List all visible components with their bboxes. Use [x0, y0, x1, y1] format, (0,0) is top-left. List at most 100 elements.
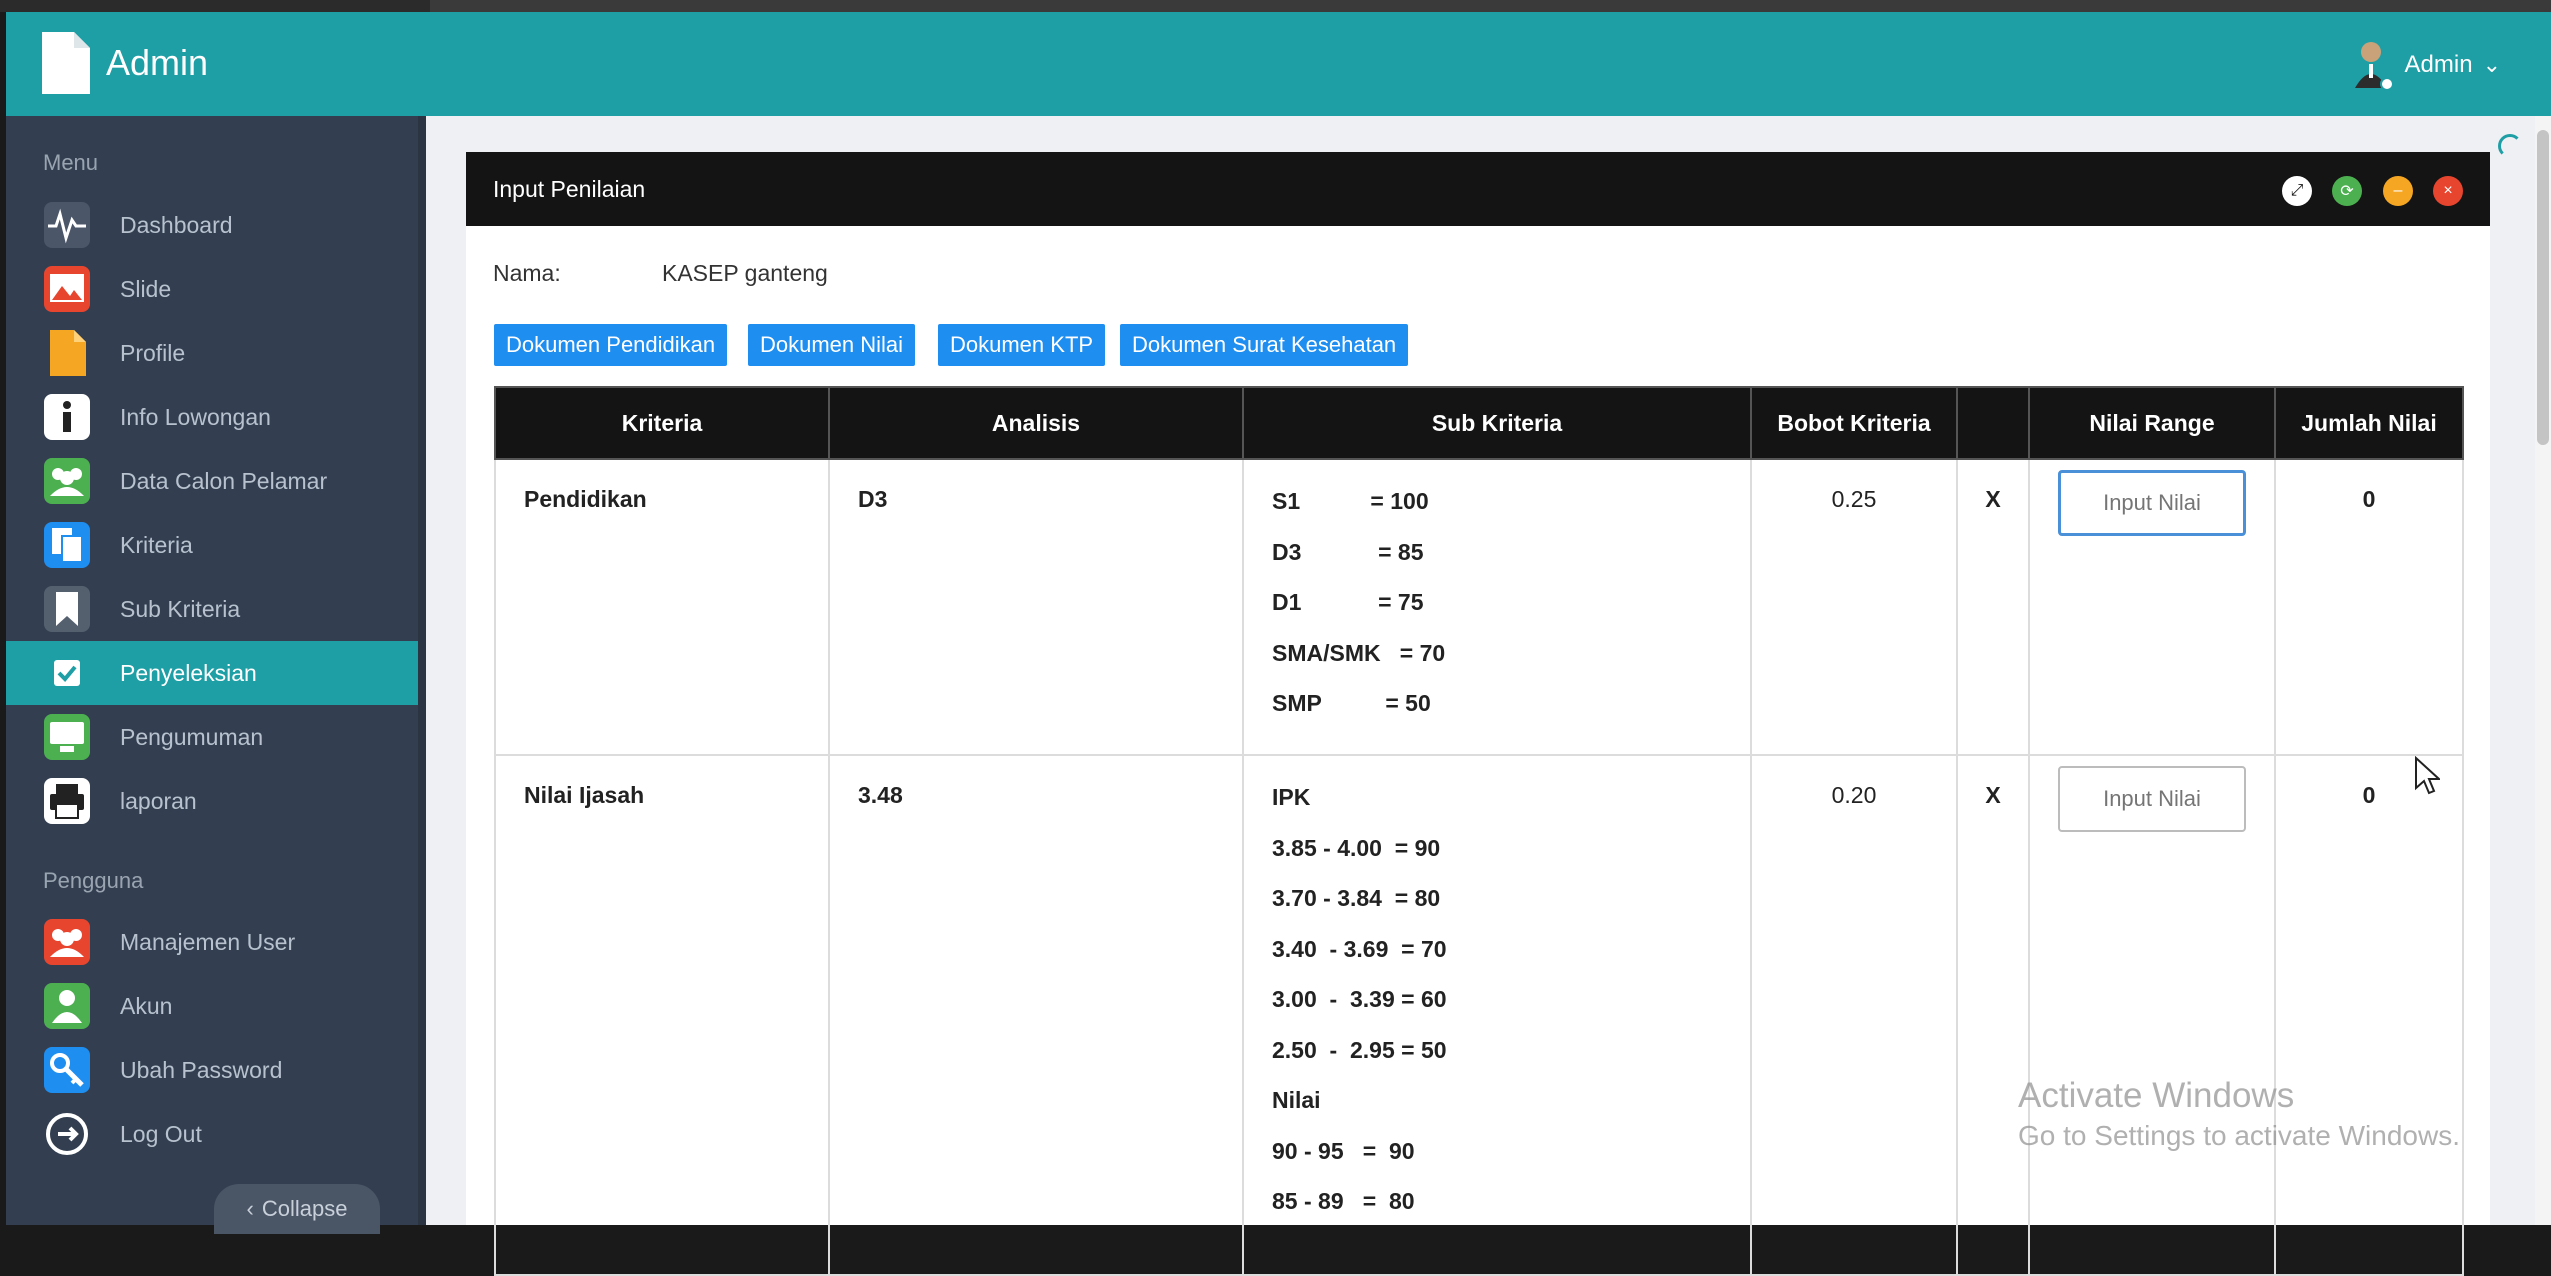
nilai-input[interactable]	[2058, 766, 2246, 832]
sidebar-item-kriteria[interactable]: Kriteria	[6, 513, 418, 577]
column-header: Bobot Kriteria	[1750, 386, 1958, 460]
monitor-icon	[42, 712, 92, 762]
sidebar-item-label: Slide	[120, 275, 172, 302]
sub-kriteria-line: IPK	[1272, 784, 1311, 810]
dokumen-ktp-button[interactable]: Dokumen KTP	[938, 324, 1106, 366]
input-penilaian-panel: Input Penilaian ⤢ ⟳ – × Nama: KASEP gant…	[466, 152, 2490, 1276]
sidebar-item-label: Profile	[120, 339, 186, 366]
mouse-cursor-icon	[2415, 756, 2440, 795]
column-header: Kriteria	[494, 386, 830, 460]
nilai-range-cell	[2028, 458, 2276, 756]
sub-kriteria-cell: IPK 3.85 - 4.00 = 90 3.70 - 3.84 = 80 3.…	[1242, 754, 1752, 1276]
sidebar-item-label: Info Lowongan	[120, 403, 271, 430]
sidebar-item-label: Log Out	[120, 1120, 202, 1147]
collapse-label: Collapse	[261, 1196, 348, 1221]
column-header: Sub Kriteria	[1242, 386, 1752, 460]
top-header: Admin Admin ⌄	[6, 12, 2551, 116]
dokumen-surat-kesehatan-button[interactable]: Dokumen Surat Kesehatan	[1120, 324, 1409, 366]
user-avatar-icon	[2354, 42, 2394, 91]
menu-heading: Menu	[43, 150, 99, 175]
close-icon[interactable]: ×	[2433, 176, 2463, 206]
sidebar-item-label: Akun	[120, 992, 173, 1019]
brand-title: Admin	[106, 42, 209, 83]
sidebar-item-label: laporan	[120, 787, 197, 814]
users-icon	[42, 456, 92, 506]
sidebar-item-akun[interactable]: Akun	[6, 974, 418, 1038]
checkbox-icon	[42, 648, 92, 698]
dokumen-pendidikan-button[interactable]: Dokumen Pendidikan	[494, 324, 728, 366]
expand-icon[interactable]: ⤢	[2282, 176, 2312, 206]
column-header: Nilai Range	[2028, 386, 2276, 460]
document-logo-icon	[42, 32, 90, 94]
scrollbar-thumb[interactable]	[2537, 130, 2549, 445]
sidebar-item-dashboard[interactable]: Dashboard	[6, 193, 418, 257]
pulse-icon	[42, 200, 92, 250]
sidebar-item-info-lowongan[interactable]: Info Lowongan	[6, 385, 418, 449]
sidebar-item-penyeleksian[interactable]: Penyeleksian	[6, 641, 418, 705]
sub-kriteria-line: D1 = 75	[1272, 589, 1424, 615]
info-icon	[42, 392, 92, 442]
bobot-cell: 0.20	[1750, 754, 1958, 1276]
minimize-icon[interactable]: –	[2383, 176, 2413, 206]
bobot-cell: 0.25	[1750, 458, 1958, 756]
key-icon	[42, 1045, 92, 1095]
pengguna-heading: Pengguna	[43, 868, 144, 893]
nama-label: Nama:	[493, 260, 561, 286]
user-name: Admin	[2404, 51, 2473, 78]
multiply-cell: X	[1956, 754, 2030, 1276]
table-header-row: Kriteria Analisis Sub Kriteria Bobot Kri…	[494, 386, 2464, 460]
refresh-icon[interactable]: ⟳	[2332, 176, 2362, 206]
sidebar-item-label: Pengumuman	[120, 723, 264, 750]
sub-kriteria-line: 3.70 - 3.84 = 80	[1272, 885, 1441, 911]
nilai-input[interactable]	[2058, 470, 2246, 536]
sidebar-item-label: Dashboard	[120, 211, 233, 238]
sidebar-item-log-out[interactable]: Log Out	[6, 1102, 418, 1166]
sidebar-item-label: Manajemen User	[120, 928, 296, 955]
sidebar-item-manajemen-user[interactable]: Manajemen User	[6, 910, 418, 974]
dokumen-nilai-button[interactable]: Dokumen Nilai	[748, 324, 916, 366]
sidebar-item-data-calon-pelamar[interactable]: Data Calon Pelamar	[6, 449, 418, 513]
users-icon	[42, 917, 92, 967]
multiply-cell: X	[1956, 458, 2030, 756]
sub-kriteria-line: 3.40 - 3.69 = 70	[1272, 935, 1447, 962]
sidebar-item-laporan[interactable]: laporan	[6, 769, 418, 833]
printer-icon	[42, 776, 92, 826]
copy-icon	[42, 520, 92, 570]
chevron-down-icon: ⌄	[2482, 52, 2501, 77]
sidebar-item-profile[interactable]: Profile	[6, 321, 418, 385]
column-header: Jumlah Nilai	[2274, 386, 2464, 460]
sidebar-item-label: Penyeleksian	[120, 659, 257, 686]
sub-kriteria-line: D3 = 85	[1272, 538, 1424, 565]
sub-kriteria-line: 3.85 - 4.00 = 90	[1272, 834, 1441, 861]
logout-icon	[42, 1109, 92, 1159]
sidebar-item-pengumuman[interactable]: Pengumuman	[6, 705, 418, 769]
kriteria-cell: Nilai Ijasah	[494, 754, 830, 1276]
sub-kriteria-line: SMP = 50	[1272, 690, 1431, 716]
sub-kriteria-cell: S1 = 100 D3 = 85 D1 = 75 SMA/SMK = 70 SM…	[1242, 458, 1752, 756]
collapse-button[interactable]: ‹ Collapse	[214, 1184, 380, 1234]
sub-kriteria-line: 3.00 - 3.39 = 60	[1272, 986, 1447, 1012]
sub-kriteria-line: Nilai	[1272, 1087, 1321, 1113]
sidebar-item-slide[interactable]: Slide	[6, 257, 418, 321]
sidebar-item-label: Data Calon Pelamar	[120, 467, 328, 494]
sidebar-item-label: Sub Kriteria	[120, 595, 241, 622]
user-menu[interactable]: Admin ⌄	[2351, 38, 2501, 92]
sidebar-edge	[418, 116, 426, 1225]
sidebar-item-label: Kriteria	[120, 531, 193, 558]
sidebar-item-sub-kriteria[interactable]: Sub Kriteria	[6, 577, 418, 641]
analisis-cell: D3	[828, 458, 1244, 756]
sub-kriteria-line: 85 - 89 = 80	[1272, 1188, 1415, 1214]
column-header: Analisis	[828, 386, 1244, 460]
table-row: Nilai Ijasah 3.48 IPK 3.85 - 4.00 = 90 3…	[494, 754, 2464, 1276]
activate-windows-title: Activate Windows	[2018, 1076, 2295, 1115]
sub-kriteria-line: 90 - 95 = 90	[1272, 1137, 1415, 1164]
sub-kriteria-line: SMA/SMK = 70	[1272, 639, 1446, 666]
jumlah-nilai-cell: 0	[2274, 754, 2464, 1276]
nilai-range-cell	[2028, 754, 2276, 1276]
kriteria-cell: Pendidikan	[494, 458, 830, 756]
user-icon	[42, 981, 92, 1031]
jumlah-nilai-cell: 0	[2274, 458, 2464, 756]
panel-header: Input Penilaian ⤢ ⟳ – ×	[466, 152, 2490, 226]
bookmark-icon	[42, 584, 92, 634]
sidebar-item-ubah-password[interactable]: Ubah Password	[6, 1038, 418, 1102]
